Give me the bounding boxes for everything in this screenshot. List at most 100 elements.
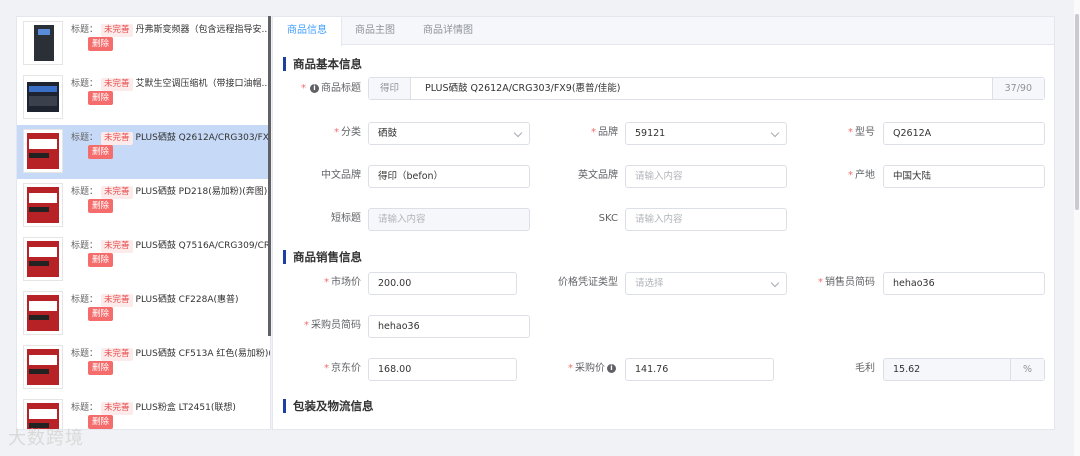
title-label: 标题： [71, 241, 99, 251]
delete-button[interactable]: 删除 [88, 361, 114, 375]
status-badge: 未完善 [101, 78, 133, 91]
item-title: PLUS硒鼓 Q7516A/CRG309/CR... [135, 241, 271, 251]
item-title: PLUS硒鼓 CF228A(惠普) [135, 295, 239, 305]
en-brand-input[interactable]: 请输入内容 [625, 165, 787, 188]
delete-button[interactable]: 删除 [88, 199, 114, 213]
info-icon: i [310, 83, 319, 93]
list-item[interactable]: 标题： 未完善 PLUS硒鼓 CF228A(惠普) 删除 [17, 287, 268, 341]
item-title-row: 标题： 未完善 艾默生空调压缩机（带接口油帽... [71, 76, 270, 91]
product-list: 标题： 未完善 丹弗斯变频器（包含远程指导安... 删除 标题： 未完善 艾默生空调压缩… [16, 16, 271, 430]
list-item[interactable]: 标题： 未完善 PLUS硒鼓 Q7516A/CRG309/CR... 删除 [17, 233, 271, 287]
product-thumbnail [23, 21, 63, 65]
en-brand-label: 英文品牌 [578, 170, 618, 181]
item-title: PLUS硒鼓 PD218(易加粉)(奔图) [135, 187, 268, 197]
tab-bar: 商品信息 商品主图 商品详情图 [273, 17, 1054, 46]
brand-select[interactable]: 59121 [625, 122, 787, 145]
margin-unit: % [1009, 359, 1044, 380]
app: 标题： 未完善 丹弗斯变频器（包含远程指导安... 删除 标题： 未完善 艾默生空调压缩… [0, 0, 1080, 456]
market-price-label: * 市场价 [324, 277, 361, 288]
price-doc-select[interactable]: 请选择 [625, 272, 787, 295]
product-title-label: * i 商品标题 [301, 83, 361, 94]
tab-product-info[interactable]: 商品信息 [273, 17, 342, 46]
page-scrollbar[interactable] [1074, 0, 1080, 456]
item-title-row: 标题： 未完善 PLUS硒鼓 PD218(易加粉)(奔图) [71, 184, 267, 199]
item-title-row: 标题： 未完善 PLUS硒鼓 Q2612A/CRG303/FX... [71, 130, 271, 145]
buyer-code-input[interactable]: hehao36 [368, 315, 530, 338]
title-label: 标题： [71, 79, 99, 89]
status-badge: 未完善 [101, 186, 133, 199]
purchase-price-label: * 采购价 i [543, 358, 618, 380]
buyer-code-label: * 采购员简码 [304, 320, 361, 331]
title-label: 标题： [71, 25, 99, 35]
item-title-row: 标题： 未完善 丹弗斯变频器（包含远程指导安... [71, 22, 270, 37]
status-badge: 未完善 [101, 294, 133, 307]
brand-label: * 品牌 [591, 127, 618, 138]
product-thumbnail [23, 75, 63, 119]
title-label: 标题： [71, 295, 99, 305]
category-select[interactable]: 硒鼓 [368, 122, 530, 145]
margin-value: 15.62 [893, 364, 921, 375]
status-badge: 未完善 [101, 402, 133, 415]
seller-code-input[interactable]: hehao36 [883, 272, 1045, 295]
list-item[interactable]: 标题： 未完善 PLUS硒鼓 PD218(易加粉)(奔图) 删除 [17, 179, 268, 233]
category-label: * 分类 [334, 127, 361, 138]
item-title: 丹弗斯变频器（包含远程指导安... [135, 25, 271, 35]
title-label: 标题： [71, 349, 99, 359]
list-item[interactable]: 标题： 未完善 艾默生空调压缩机（带接口油帽... 删除 [17, 71, 270, 125]
section-title-sales: 商品销售信息 [283, 250, 362, 264]
item-title-row: 标题： 未完善 PLUS硒鼓 CF228A(惠普) [71, 292, 239, 307]
model-input[interactable]: Q2612A [883, 122, 1045, 145]
chevron-down-icon [770, 278, 780, 288]
list-item-selected[interactable]: 标题： 未完善 PLUS硒鼓 Q2612A/CRG303/FX... 删除 [17, 125, 271, 179]
cn-brand-input[interactable]: 得印（befon） [368, 165, 530, 188]
jd-price-input[interactable]: 168.00 [368, 358, 517, 381]
market-price-input[interactable]: 200.00 [368, 272, 517, 295]
delete-button[interactable]: 删除 [88, 37, 114, 51]
list-item[interactable]: 标题： 未完善 PLUS硒鼓 CF513A 红色(易加粉)(... 删除 [17, 341, 271, 395]
section-title-logistics: 包装及物流信息 [283, 399, 374, 413]
chevron-down-icon [770, 128, 780, 138]
skc-label: SKC [598, 213, 618, 224]
chevron-down-icon [513, 128, 523, 138]
product-title-prefix: 得印 [369, 78, 412, 99]
product-thumbnail [23, 183, 63, 227]
item-title-row: 标题： 未完善 PLUS硒鼓 CF513A 红色(易加粉)(... [71, 346, 271, 361]
product-title-input[interactable]: 得印 PLUS硒鼓 Q2612A/CRG303/FX9(惠普/佳能) 37/90 [368, 77, 1045, 100]
item-title: PLUS硒鼓 Q2612A/CRG303/FX... [135, 133, 271, 143]
product-thumbnail [23, 345, 63, 389]
watermark: 大数跨境 [8, 428, 84, 449]
price-doc-label: 价格凭证类型 [558, 277, 618, 288]
list-scrollbar[interactable] [268, 16, 271, 336]
product-form-panel: 商品信息 商品主图 商品详情图 商品基本信息 * i 商品标题 得印 PLUS硒鼓 … [272, 16, 1055, 430]
origin-input[interactable]: 中国大陆 [883, 165, 1045, 188]
margin-input[interactable]: 15.62 % [883, 358, 1045, 381]
item-title: 艾默生空调压缩机（带接口油帽... [135, 79, 271, 89]
product-thumbnail [23, 237, 63, 281]
list-item[interactable]: 标题： 未完善 丹弗斯变频器（包含远程指导安... 删除 [17, 17, 270, 71]
item-title: PLUS硒鼓 CF513A 红色(易加粉)(... [135, 349, 271, 359]
delete-button[interactable]: 删除 [88, 145, 114, 159]
margin-label: 毛利 [855, 363, 875, 374]
product-thumbnail [23, 291, 63, 335]
tab-main-images[interactable]: 商品主图 [341, 17, 409, 45]
product-thumbnail [23, 129, 63, 173]
title-label: 标题： [71, 403, 99, 413]
status-badge: 未完善 [101, 348, 133, 361]
purchase-price-input[interactable]: 141.76 [625, 358, 774, 381]
delete-button[interactable]: 删除 [88, 415, 114, 429]
delete-button[interactable]: 删除 [88, 253, 114, 267]
cn-brand-label: 中文品牌 [321, 170, 361, 181]
skc-input[interactable]: 请输入内容 [625, 208, 787, 231]
delete-button[interactable]: 删除 [88, 307, 114, 321]
section-title-basic: 商品基本信息 [283, 57, 362, 71]
model-label: * 型号 [848, 127, 875, 138]
short-title-input[interactable]: 请输入内容 [368, 208, 530, 231]
tab-detail-images[interactable]: 商品详情图 [409, 17, 487, 45]
info-icon: i [607, 363, 616, 373]
short-title-label: 短标题 [331, 213, 361, 224]
delete-button[interactable]: 删除 [88, 91, 114, 105]
seller-code-label: * 销售员简码 [818, 277, 875, 288]
status-badge: 未完善 [101, 24, 133, 37]
product-title-value: PLUS硒鼓 Q2612A/CRG303/FX9(惠普/佳能) [425, 83, 621, 94]
status-badge: 未完善 [101, 240, 133, 253]
